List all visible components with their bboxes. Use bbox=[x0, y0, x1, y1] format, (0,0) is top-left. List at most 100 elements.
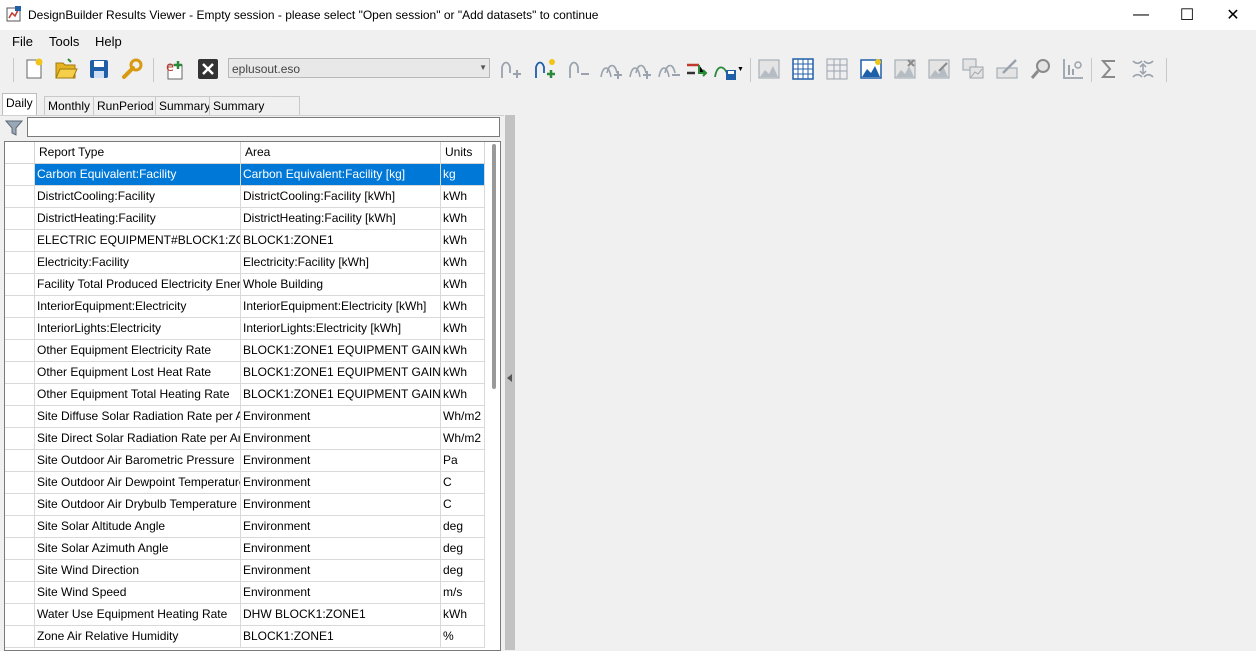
line-style-button[interactable] bbox=[683, 54, 711, 84]
row-selector-cell[interactable] bbox=[5, 208, 35, 230]
cell-report-type[interactable]: DistrictHeating:Facility bbox=[35, 208, 241, 230]
cell-area[interactable]: Carbon Equivalent:Facility [kg] bbox=[241, 164, 441, 186]
chart-new-button[interactable] bbox=[857, 54, 885, 84]
cell-report-type[interactable]: Site Solar Azimuth Angle bbox=[35, 538, 241, 560]
row-selector-cell[interactable] bbox=[5, 274, 35, 296]
table-export-button[interactable] bbox=[823, 54, 851, 84]
cell-area[interactable]: Environment bbox=[241, 472, 441, 494]
cell-area[interactable]: Environment bbox=[241, 494, 441, 516]
cell-report-type[interactable]: Carbon Equivalent:Facility bbox=[35, 164, 241, 186]
table-row[interactable]: ELECTRIC EQUIPMENT#BLOCK1:ZO... BLOCK1:ZO… bbox=[5, 230, 485, 252]
filter-input[interactable] bbox=[27, 117, 500, 137]
chart-edit-button[interactable] bbox=[925, 54, 953, 84]
row-selector-cell[interactable] bbox=[5, 428, 35, 450]
row-selector-cell[interactable] bbox=[5, 626, 35, 648]
table-row[interactable]: Other Equipment Lost Heat Rate BLOCK1:ZON… bbox=[5, 362, 485, 384]
chart-copy-button[interactable] bbox=[959, 54, 987, 84]
table-grid-button[interactable] bbox=[789, 54, 817, 84]
cell-units[interactable]: kWh bbox=[441, 296, 485, 318]
cell-units[interactable]: C bbox=[441, 472, 485, 494]
cell-area[interactable]: Environment bbox=[241, 428, 441, 450]
cell-area[interactable]: DistrictCooling:Facility [kWh] bbox=[241, 186, 441, 208]
cell-area[interactable]: InteriorLights:Electricity [kWh] bbox=[241, 318, 441, 340]
cell-units[interactable]: deg bbox=[441, 560, 485, 582]
table-scrollbar[interactable] bbox=[490, 142, 500, 650]
cell-units[interactable]: deg bbox=[441, 538, 485, 560]
cell-area[interactable]: DHW BLOCK1:ZONE1 bbox=[241, 604, 441, 626]
cell-report-type[interactable]: Site Direct Solar Radiation Rate per Are… bbox=[35, 428, 241, 450]
row-selector-cell[interactable] bbox=[5, 230, 35, 252]
table-row[interactable]: Other Equipment Electricity Rate BLOCK1:Z… bbox=[5, 340, 485, 362]
add-line-new-button[interactable] bbox=[531, 54, 559, 84]
row-selector-cell[interactable] bbox=[5, 494, 35, 516]
cell-units[interactable]: kWh bbox=[441, 604, 485, 626]
cell-report-type[interactable]: InteriorEquipment:Electricity bbox=[35, 296, 241, 318]
chart-tools-button[interactable] bbox=[1059, 54, 1087, 84]
cell-area[interactable]: Environment bbox=[241, 450, 441, 472]
row-selector-cell[interactable] bbox=[5, 516, 35, 538]
cell-area[interactable]: Environment bbox=[241, 538, 441, 560]
row-selector-cell[interactable] bbox=[5, 582, 35, 604]
row-selector-cell[interactable] bbox=[5, 296, 35, 318]
cell-report-type[interactable]: Other Equipment Total Heating Rate bbox=[35, 384, 241, 406]
cell-report-type[interactable]: Electricity:Facility bbox=[35, 252, 241, 274]
table-row[interactable]: Facility Total Produced Electricity Ener… bbox=[5, 274, 485, 296]
new-session-button[interactable] bbox=[20, 54, 48, 84]
table-row[interactable]: DistrictCooling:Facility DistrictCooling:… bbox=[5, 186, 485, 208]
row-selector-cell[interactable] bbox=[5, 362, 35, 384]
menu-help[interactable]: Help bbox=[95, 34, 122, 49]
table-row[interactable]: Site Wind Direction Environment deg bbox=[5, 560, 485, 582]
cell-report-type[interactable]: Site Wind Speed bbox=[35, 582, 241, 604]
area-chart-button[interactable] bbox=[755, 54, 783, 84]
chart-save-dropdown-icon[interactable]: ▼ bbox=[737, 66, 744, 73]
cell-area[interactable]: Environment bbox=[241, 582, 441, 604]
panel-splitter[interactable] bbox=[505, 115, 515, 650]
cell-report-type[interactable]: InteriorLights:Electricity bbox=[35, 318, 241, 340]
save-button[interactable] bbox=[85, 54, 113, 84]
row-selector-cell[interactable] bbox=[5, 318, 35, 340]
cell-units[interactable]: kWh bbox=[441, 340, 485, 362]
table-row[interactable]: DistrictHeating:Facility DistrictHeating:… bbox=[5, 208, 485, 230]
chart-properties-button[interactable] bbox=[993, 54, 1021, 84]
table-row[interactable]: Site Outdoor Air Dewpoint Temperature Env… bbox=[5, 472, 485, 494]
table-row[interactable]: Water Use Equipment Heating Rate DHW BLOC… bbox=[5, 604, 485, 626]
table-row[interactable]: Site Wind Speed Environment m/s bbox=[5, 582, 485, 604]
table-row[interactable]: Site Solar Azimuth Angle Environment deg bbox=[5, 538, 485, 560]
cell-units[interactable]: kWh bbox=[441, 186, 485, 208]
tab-summary-charts[interactable]: Summary Charts bbox=[209, 96, 300, 131]
collapse-left-icon[interactable] bbox=[507, 374, 512, 382]
cell-report-type[interactable]: Site Diffuse Solar Radiation Rate per Ar… bbox=[35, 406, 241, 428]
sum-button[interactable] bbox=[1095, 54, 1123, 84]
cell-report-type[interactable]: Site Outdoor Air Barometric Pressure bbox=[35, 450, 241, 472]
cell-area[interactable]: BLOCK1:ZONE1 bbox=[241, 230, 441, 252]
cell-area[interactable]: Whole Building bbox=[241, 274, 441, 296]
cell-units[interactable]: % bbox=[441, 626, 485, 648]
remove-dataset-button[interactable] bbox=[194, 54, 222, 84]
table-row[interactable]: Site Outdoor Air Drybulb Temperature Envi… bbox=[5, 494, 485, 516]
cell-area[interactable]: Environment bbox=[241, 560, 441, 582]
row-selector-cell[interactable] bbox=[5, 604, 35, 626]
cell-report-type[interactable]: Water Use Equipment Heating Rate bbox=[35, 604, 241, 626]
dataset-combo[interactable]: eplusout.eso ▼ bbox=[228, 58, 490, 78]
cell-area[interactable]: DistrictHeating:Facility [kWh] bbox=[241, 208, 441, 230]
chevron-down-icon[interactable]: ▼ bbox=[479, 63, 487, 72]
table-row[interactable]: Other Equipment Total Heating Rate BLOCK1… bbox=[5, 384, 485, 406]
cell-report-type[interactable]: Zone Air Relative Humidity bbox=[35, 626, 241, 648]
cell-area[interactable]: Electricity:Facility [kWh] bbox=[241, 252, 441, 274]
cell-report-type[interactable]: Other Equipment Lost Heat Rate bbox=[35, 362, 241, 384]
cell-area[interactable]: Environment bbox=[241, 406, 441, 428]
row-selector-cell[interactable] bbox=[5, 560, 35, 582]
tab-runperiod[interactable]: RunPeriod bbox=[93, 96, 158, 115]
row-selector-cell[interactable] bbox=[5, 252, 35, 274]
tab-daily[interactable]: Daily bbox=[2, 93, 37, 115]
cell-units[interactable]: deg bbox=[441, 516, 485, 538]
cell-units[interactable]: kWh bbox=[441, 252, 485, 274]
table-row[interactable]: InteriorEquipment:Electricity InteriorEqu… bbox=[5, 296, 485, 318]
cell-units[interactable]: Wh/m2 bbox=[441, 428, 485, 450]
normalize-button[interactable] bbox=[1129, 54, 1157, 84]
remove-line-button[interactable] bbox=[565, 54, 593, 84]
row-selector-cell[interactable] bbox=[5, 472, 35, 494]
menu-file[interactable]: File bbox=[12, 34, 33, 49]
cell-units[interactable]: C bbox=[441, 494, 485, 516]
minimize-button[interactable]: — bbox=[1118, 0, 1164, 30]
